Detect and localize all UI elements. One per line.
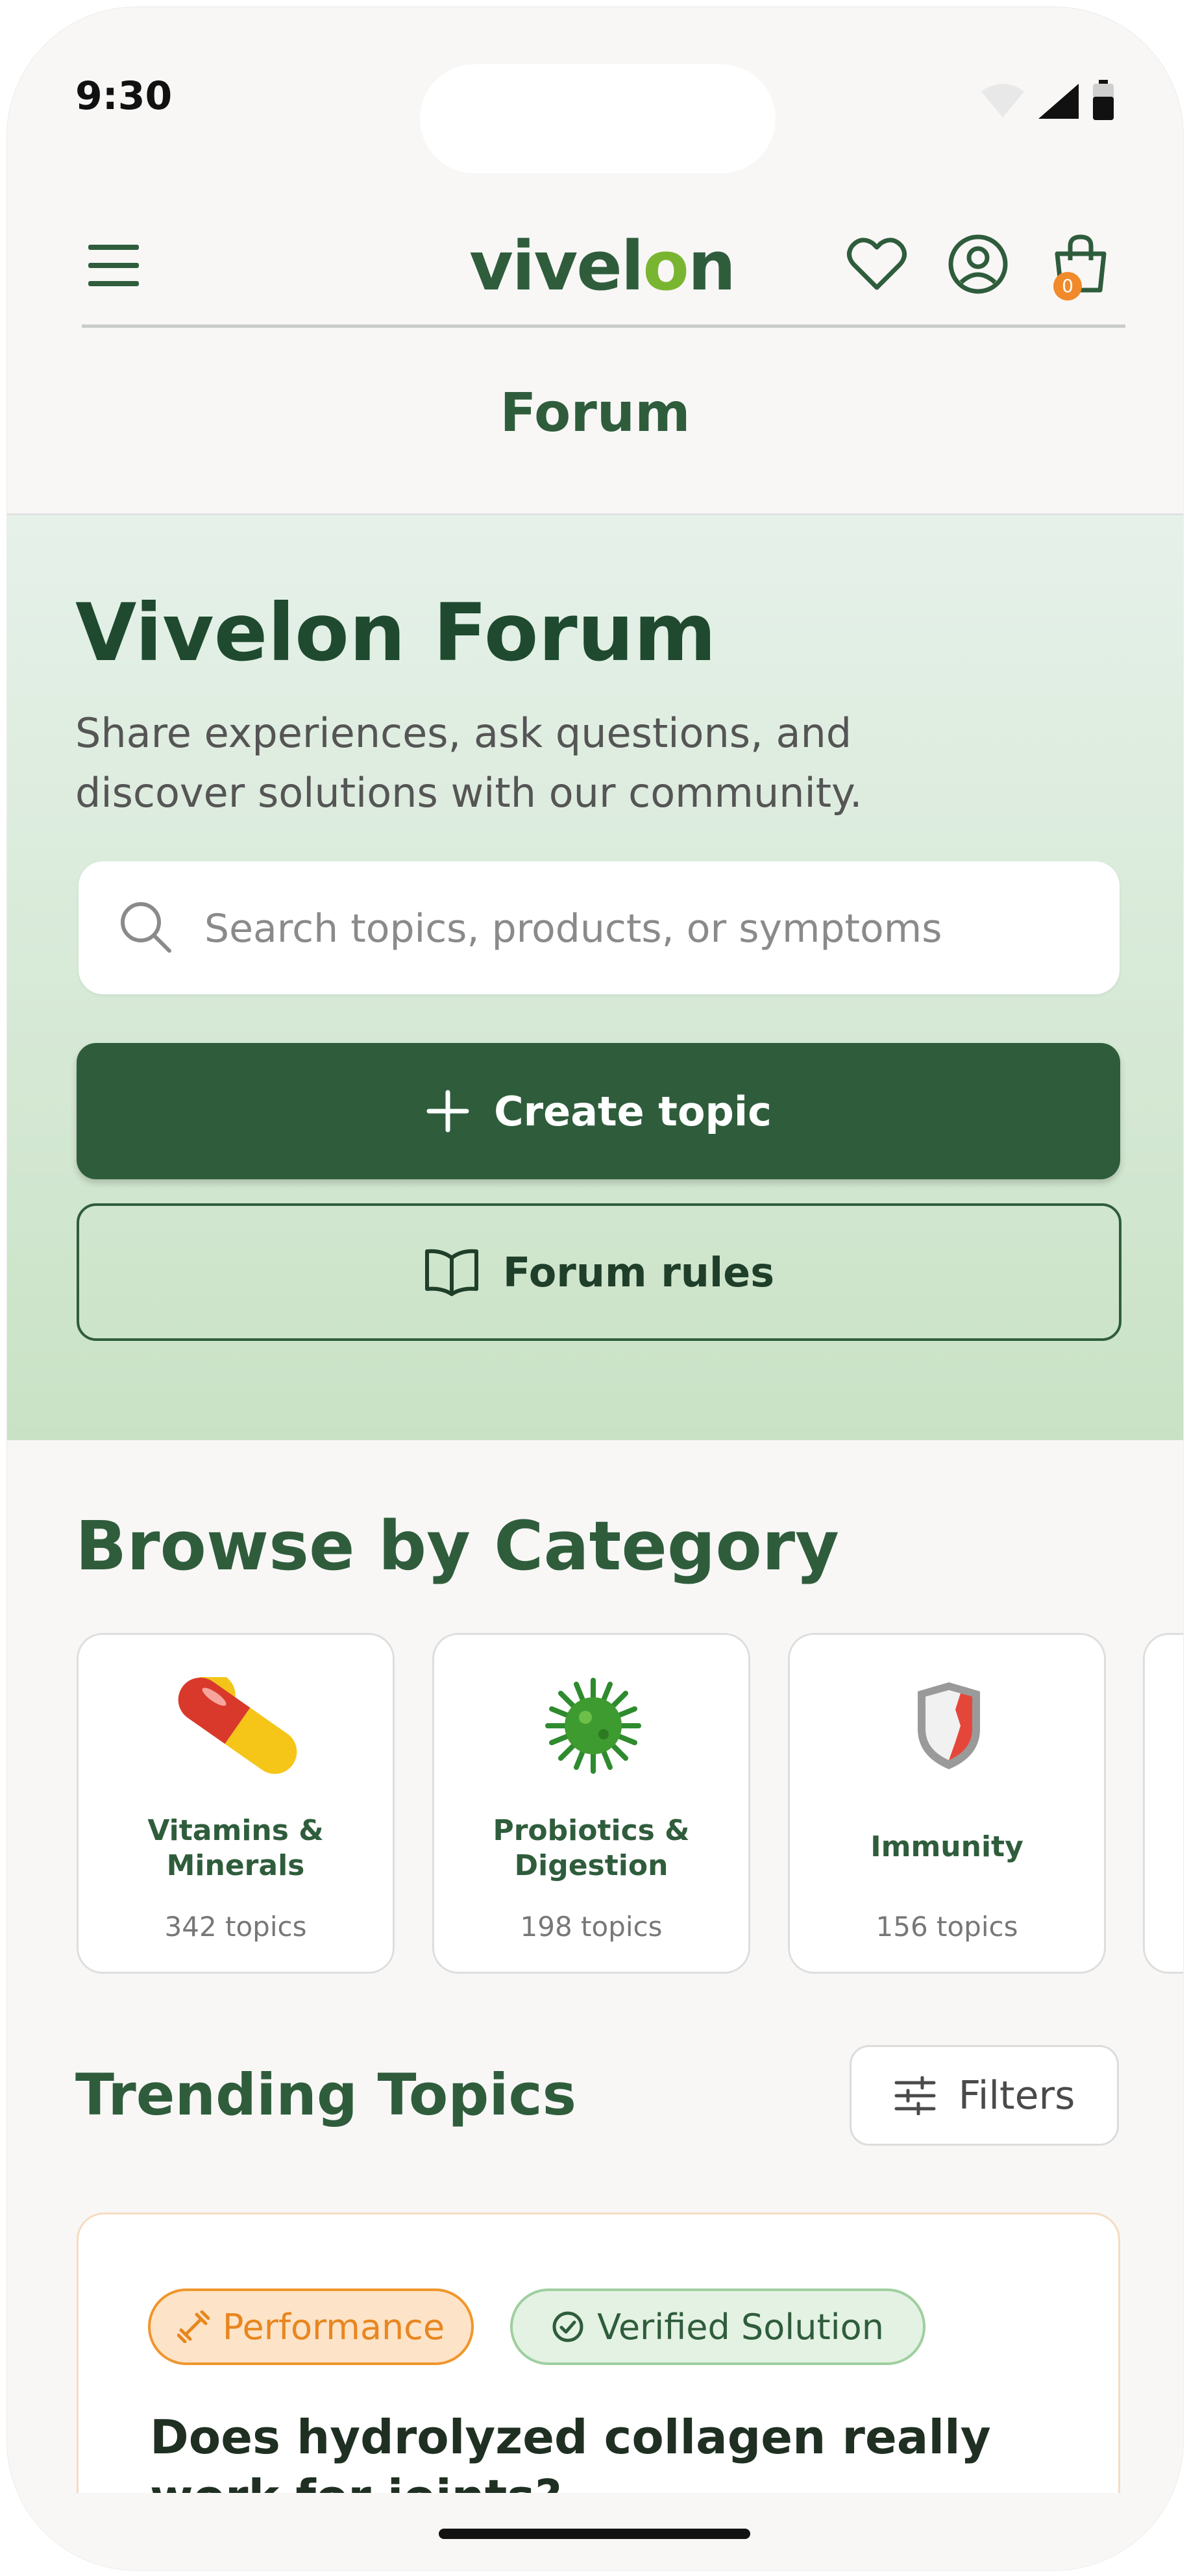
category-badge-label: Performance bbox=[222, 2306, 445, 2348]
verified-badge-label: Verified Solution bbox=[597, 2306, 884, 2348]
book-icon bbox=[424, 1249, 478, 1296]
sliders-icon bbox=[894, 2076, 936, 2115]
category-card-immunity[interactable]: Immunity 156 topics bbox=[788, 1633, 1106, 1974]
logo-leaf: o bbox=[643, 227, 689, 306]
hero-title: Vivelon Forum bbox=[75, 587, 717, 679]
category-card-vitamins[interactable]: Vitamins & Minerals 342 topics bbox=[77, 1633, 395, 1974]
header-divider bbox=[82, 325, 1125, 328]
dumbbell-icon bbox=[177, 2311, 210, 2343]
filters-label: Filters bbox=[958, 2072, 1075, 2118]
status-time: 9:30 bbox=[75, 73, 173, 119]
phone-screen: 9:30 vivelon 0 Forum Vivelon Forum Share… bbox=[6, 6, 1184, 2571]
logo[interactable]: vivelon bbox=[469, 227, 736, 306]
signal-icon bbox=[1038, 84, 1079, 119]
trending-title: Trending Topics bbox=[75, 2061, 577, 2128]
category-count: 342 topics bbox=[164, 1911, 307, 1943]
category-count: 198 topics bbox=[520, 1911, 663, 1943]
page-title: Forum bbox=[500, 382, 691, 444]
category-name: Vitamins & Minerals bbox=[147, 1814, 324, 1882]
status-icons bbox=[980, 80, 1115, 121]
heart-icon[interactable] bbox=[844, 232, 909, 297]
verified-badge: Verified Solution bbox=[510, 2288, 925, 2365]
category-name: Immunity bbox=[870, 1830, 1024, 1863]
category-count: 156 topics bbox=[876, 1911, 1018, 1943]
search-input[interactable] bbox=[203, 861, 1088, 996]
create-topic-button[interactable]: Create topic bbox=[77, 1043, 1120, 1179]
browse-title: Browse by Category bbox=[75, 1506, 839, 1586]
microbe-icon bbox=[545, 1678, 641, 1774]
cart-count-badge: 0 bbox=[1053, 272, 1082, 301]
battery-icon bbox=[1093, 80, 1114, 120]
logo-text-suffix: n bbox=[687, 227, 736, 306]
account-icon[interactable] bbox=[946, 232, 1011, 297]
wifi-icon bbox=[981, 84, 1024, 117]
pill-icon bbox=[178, 1677, 297, 1774]
dynamic-island bbox=[420, 64, 776, 173]
create-topic-label: Create topic bbox=[494, 1087, 772, 1135]
forum-rules-label: Forum rules bbox=[502, 1248, 775, 1296]
plus-icon bbox=[426, 1090, 469, 1133]
logo-text-prefix: vivel bbox=[469, 227, 644, 306]
home-indicator[interactable] bbox=[439, 2529, 750, 2539]
category-name: Probiotics & Digestion bbox=[493, 1814, 690, 1882]
check-circle-icon bbox=[552, 2311, 583, 2342]
hero-section: Vivelon Forum Share experiences, ask que… bbox=[7, 515, 1183, 1440]
menu-icon[interactable] bbox=[82, 236, 147, 294]
shield-icon bbox=[918, 1682, 980, 1769]
search-icon bbox=[121, 902, 171, 953]
category-badge[interactable]: Performance bbox=[148, 2288, 474, 2365]
hero-subtitle: Share experiences, ask questions, and di… bbox=[75, 709, 863, 816]
forum-rules-button[interactable]: Forum rules bbox=[77, 1203, 1122, 1341]
filters-button[interactable]: Filters bbox=[850, 2045, 1119, 2146]
search-box[interactable] bbox=[79, 861, 1120, 996]
category-card-probiotics[interactable]: Probiotics & Digestion 198 topics bbox=[432, 1633, 750, 1974]
category-card-next[interactable] bbox=[1143, 1633, 1183, 1974]
